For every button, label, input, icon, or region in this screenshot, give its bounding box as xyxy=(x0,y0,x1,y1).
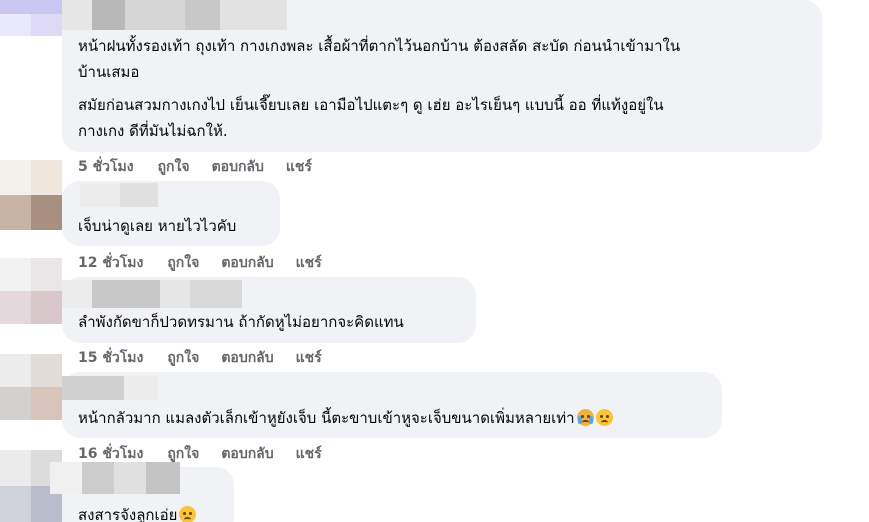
crying-face-icon xyxy=(576,409,594,426)
avatar[interactable] xyxy=(0,258,62,324)
like-button[interactable]: ถูกใจ xyxy=(158,156,190,178)
commenter-name-blurred[interactable] xyxy=(80,183,158,207)
share-button[interactable]: แชร์ xyxy=(296,252,322,274)
avatar[interactable] xyxy=(0,0,62,36)
avatar[interactable] xyxy=(0,160,62,230)
commenter-name-blurred[interactable] xyxy=(62,376,158,400)
reply-button[interactable]: ตอบกลับ xyxy=(212,156,264,178)
comment-text-line: เจ็บน่าดูเลย หายไวไวคับ xyxy=(78,217,237,235)
comment-text-line: หน้ากลัวมาก แมลงตัวเล็กเข้าหูยังเจ็บ นี้… xyxy=(78,405,613,431)
comment-actions: 15 ชั่วโมง ถูกใจ ตอบกลับ แชร์ xyxy=(78,347,344,369)
share-button[interactable]: แชร์ xyxy=(286,156,312,178)
comment-text-line: กางเกง ดีที่มันไม่ฉกให้. xyxy=(78,122,228,140)
comment-text-line: หน้าฝนทั้งรองเท้า ถุงเท้า กางเกงพละ เสื้… xyxy=(78,37,681,55)
commenter-name-blurred[interactable] xyxy=(62,280,242,308)
comment-text-line: ลำพังกัดขาก็ปวดทรมาน ถ้ากัดหูไม่อยากจะคิ… xyxy=(78,313,404,331)
reply-button[interactable]: ตอบกลับ xyxy=(221,252,273,274)
sad-face-icon xyxy=(595,409,613,426)
comment-timestamp[interactable]: 5 ชั่วโมง xyxy=(78,156,134,178)
reply-button[interactable]: ตอบกลับ xyxy=(221,443,273,465)
comment-text: หน้ากลัวมาก แมลงตัวเล็กเข้าหูยังเจ็บ นี้… xyxy=(78,409,575,427)
share-button[interactable]: แชร์ xyxy=(296,347,322,369)
comment-actions: 5 ชั่วโมง ถูกใจ ตอบกลับ แชร์ xyxy=(78,156,334,178)
like-button[interactable]: ถูกใจ xyxy=(167,347,199,369)
comment-text-line: สงสารจังลูกเอ่ย xyxy=(78,502,197,522)
share-button[interactable]: แชร์ xyxy=(296,443,322,465)
comment-timestamp[interactable]: 12 ชั่วโมง xyxy=(78,252,143,274)
comment-text-line: บ้านเสมอ xyxy=(78,63,140,81)
commenter-name-blurred[interactable] xyxy=(50,462,180,494)
sad-face-icon xyxy=(179,506,197,522)
comment-actions: 12 ชั่วโมง ถูกใจ ตอบกลับ แชร์ xyxy=(78,252,344,274)
commenter-name-blurred[interactable] xyxy=(62,0,287,30)
like-button[interactable]: ถูกใจ xyxy=(167,252,199,274)
comment-text-line: สมัยก่อนสวมกางเกงไป เย็นเจี๊ยบเลย เอามือ… xyxy=(78,96,664,114)
comment-timestamp[interactable]: 15 ชั่วโมง xyxy=(78,347,143,369)
reply-button[interactable]: ตอบกลับ xyxy=(221,347,273,369)
avatar[interactable] xyxy=(0,354,62,420)
comment-text: สงสารจังลูกเอ่ย xyxy=(78,506,178,522)
comment-thread: หน้าฝนทั้งรองเท้า ถุงเท้า กางเกงพละ เสื้… xyxy=(0,0,869,522)
